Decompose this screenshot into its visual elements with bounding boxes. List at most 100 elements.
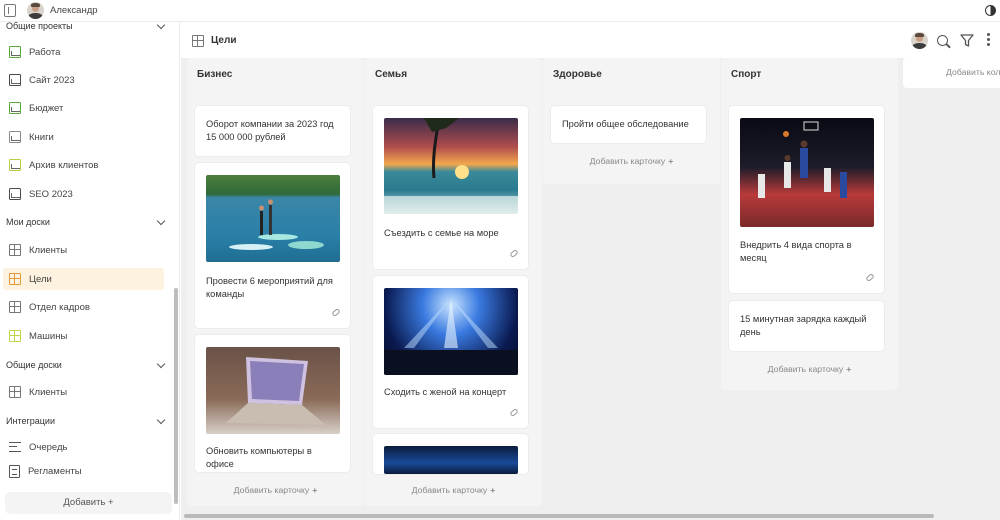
add-column-button[interactable]: Добавить колонку [903, 58, 1000, 88]
sidebar-item-clients[interactable]: Клиенты [0, 239, 170, 261]
sidebar-item-shared-clients[interactable]: Клиенты [0, 381, 170, 403]
top-bar: Александр [0, 0, 1000, 22]
document-icon [9, 464, 20, 478]
project-icon [9, 188, 21, 200]
sidebar-item-label: Архив клиентов [29, 159, 99, 171]
sidebar-item-goals[interactable]: Цели [3, 268, 164, 290]
column-sport: Спорт Внедрить 4 вида спорта в месяц 15 … [721, 58, 898, 390]
card[interactable]: Съездить с семье на море [373, 106, 528, 269]
project-icon [9, 159, 21, 171]
card[interactable]: Обновить компьютеры в офисе [195, 335, 350, 472]
stage-photo [384, 446, 518, 474]
column-family: Семья Съездить с семье на море Сходить с… [365, 58, 542, 506]
sidebar-collapse-icon[interactable] [4, 4, 16, 17]
section-label: Интеграции [6, 416, 55, 426]
add-card-button[interactable]: Добавить карточку + [721, 364, 898, 374]
column-title: Здоровье [553, 69, 602, 80]
section-integrations[interactable]: Интеграции [0, 412, 170, 430]
queue-icon [9, 442, 21, 452]
card[interactable]: Провести 6 мероприятий для команды [195, 163, 350, 328]
card-text: Внедрить 4 вида спорта в месяц [740, 240, 852, 263]
card[interactable]: Оборот компании за 2023 год 15 000 000 р… [195, 106, 350, 156]
plus-icon: + [490, 485, 496, 495]
horizontal-scrollbar[interactable] [184, 514, 934, 518]
card-text: 15 минутная зарядка каждый день [740, 314, 867, 337]
add-card-button[interactable]: Добавить карточку + [365, 485, 542, 495]
sidebar-item-books[interactable]: Книги [0, 126, 170, 148]
section-shared-projects[interactable]: Общие проекты [0, 22, 170, 35]
theme-toggle-icon[interactable] [985, 5, 996, 16]
sidebar-item-hr[interactable]: Отдел кадров [0, 296, 170, 318]
card[interactable]: Сходить с женой на концерт [373, 276, 528, 428]
sidebar-item-label: Сайт 2023 [29, 74, 75, 86]
basketball-photo [740, 118, 874, 227]
column-title: Спорт [731, 69, 762, 80]
sidebar-item-label: Книги [29, 131, 54, 143]
laptop-photo [206, 347, 340, 434]
board-header: Цели [181, 22, 1000, 58]
sidebar-item-client-archive[interactable]: Архив клиентов [0, 154, 170, 176]
project-icon [9, 46, 21, 58]
board-icon [9, 244, 21, 256]
board-icon [9, 301, 21, 313]
filter-icon[interactable] [960, 34, 974, 47]
add-card-button[interactable]: Добавить карточку + [187, 485, 364, 495]
page-title: Цели [211, 35, 237, 46]
card[interactable]: Пройти общее обследование [551, 106, 706, 143]
column-health: Здоровье Пройти общее обследование Добав… [543, 58, 720, 184]
chevron-down-icon[interactable] [156, 359, 166, 368]
card-text: Съездить с семье на море [384, 228, 499, 238]
section-shared-boards[interactable]: Общие доски [0, 356, 170, 374]
board-icon [192, 35, 204, 47]
sidebar-scrollbar[interactable] [174, 288, 178, 504]
sidebar-item-label: Работа [29, 46, 61, 58]
board-icon [9, 330, 21, 342]
sidebar-item-label: Клиенты [29, 386, 68, 398]
card[interactable]: Внедрить 4 вида спорта в месяц [729, 106, 884, 293]
sidebar-item-label: Бюджет [29, 102, 64, 114]
member-avatar[interactable] [911, 32, 928, 49]
plus-icon: + [846, 364, 852, 374]
section-label: Общие доски [6, 360, 62, 370]
chevron-down-icon[interactable] [156, 216, 166, 225]
board-icon [9, 273, 21, 285]
chevron-down-icon[interactable] [156, 415, 166, 424]
sidebar-item-queue[interactable]: Очередь [0, 436, 170, 458]
attachment-icon [865, 273, 875, 282]
sidebar-item-budget[interactable]: Бюджет [0, 97, 170, 119]
more-options-icon[interactable] [987, 33, 991, 47]
plus-icon: + [668, 156, 674, 166]
card[interactable] [373, 434, 528, 474]
add-column-label: Добавить колонку [946, 67, 1000, 77]
column-title: Семья [375, 69, 408, 80]
plus-icon: + [312, 485, 318, 495]
project-icon [9, 74, 21, 86]
sidebar-item-label: SEO 2023 [29, 188, 73, 200]
card[interactable]: 15 минутная зарядка каждый день [729, 301, 884, 351]
section-label: Общие проекты [6, 22, 73, 31]
section-my-boards[interactable]: Мои доски [0, 213, 170, 231]
add-card-button[interactable]: Добавить карточку + [543, 156, 720, 166]
user-avatar[interactable] [27, 2, 44, 19]
concert-photo [384, 288, 518, 375]
add-button[interactable]: Добавить + [5, 492, 172, 514]
attachment-icon [509, 249, 519, 258]
chevron-down-icon[interactable] [156, 22, 166, 29]
card-text: Обновить компьютеры в офисе [206, 446, 312, 469]
user-name[interactable]: Александр [50, 5, 98, 16]
sidebar-item-regulations[interactable]: Регламенты [0, 460, 170, 482]
sidebar-item-site-2023[interactable]: Сайт 2023 [0, 69, 170, 91]
sidebar-item-seo-2023[interactable]: SEO 2023 [0, 183, 170, 205]
card-text: Пройти общее обследование [562, 119, 689, 129]
attachment-icon [331, 308, 341, 317]
kanban-board: Бизнес Оборот компании за 2023 год 15 00… [181, 58, 1000, 520]
attachment-icon [509, 408, 519, 417]
add-card-label: Добавить карточку [233, 485, 310, 495]
project-icon [9, 102, 21, 114]
sidebar: Общие проекты Работа Сайт 2023 Бюджет Кн… [0, 22, 180, 520]
plus-icon: + [108, 497, 114, 508]
search-icon[interactable] [937, 35, 948, 46]
sidebar-item-label: Клиенты [29, 244, 68, 256]
sidebar-item-work[interactable]: Работа [0, 41, 170, 63]
sidebar-item-cars[interactable]: Машины [0, 325, 170, 347]
